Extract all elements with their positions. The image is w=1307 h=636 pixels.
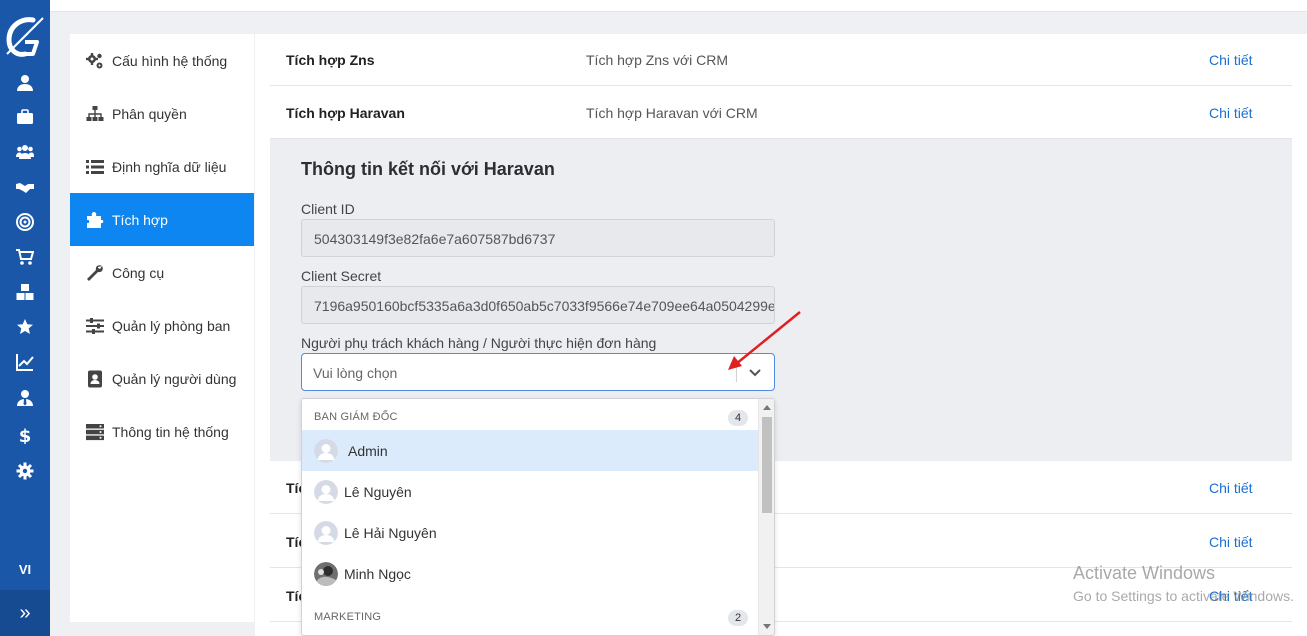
cogs-icon [86,52,103,68]
scrollbar-thumb[interactable] [762,417,772,513]
detail-link[interactable]: Chi tiết [1209,105,1253,121]
wrench-icon [87,264,103,281]
windows-watermark-title: Activate Windows [1073,563,1216,583]
option-group-header: BAN GIÁM ĐỐC 4 [302,399,760,429]
assignee-dropdown: BAN GIÁM ĐỐC 4 Admin Lê Nguyên Lê Hải Ng… [301,398,775,636]
integration-description: Tích hợp Zns với CRM [586,52,729,68]
handshake-icon[interactable] [0,174,50,200]
avatar [314,561,338,586]
boxes-icon[interactable] [0,279,50,305]
avatar [314,438,338,463]
sidebar-item-departments[interactable]: Quản lý phòng ban [70,299,254,352]
sliders-icon [86,317,104,334]
cart-icon[interactable] [0,244,50,270]
puzzle-icon [87,211,104,228]
windows-watermark-subtitle: Go to Settings to activate Windows. [1073,588,1294,604]
address-book-icon [88,370,102,387]
sidebar-item-label: Quản lý phòng ban [112,317,231,334]
collapse-sidebar-button[interactable]: » [0,590,50,636]
sidebar-item-system-info[interactable]: Thông tin hệ thống [70,405,254,458]
sidebar-item-system-config[interactable]: Cấu hình hệ thống [70,34,254,87]
client-id-label: Client ID [301,201,355,217]
connection-heading: Thông tin kết nối với Haravan [301,159,555,179]
option-admin[interactable]: Admin [302,430,760,471]
users-icon[interactable] [0,139,50,165]
select-placeholder: Vui lòng chọn [313,365,398,381]
gear-icon[interactable] [0,458,50,484]
star-icon[interactable] [0,314,50,340]
client-secret-label: Client Secret [301,268,382,284]
sidebar-item-label: Quản lý người dùng [112,370,237,387]
sidebar-item-label: Tích hợp [112,211,168,228]
option-label: Minh Ngọc [344,565,411,582]
sidebar-item-label: Cấu hình hệ thống [112,52,228,69]
sidebar-item-data-definitions[interactable]: Định nghĩa dữ liệu [70,140,254,193]
option-le-hai-nguyen[interactable]: Lê Hải Nguyên [302,512,760,553]
integration-name: Tích hợp Zns [286,52,375,68]
chart-line-icon[interactable] [0,349,50,375]
target-icon[interactable] [0,209,50,235]
server-icon [86,423,104,440]
sidebar-item-tools[interactable]: Công cụ [70,246,254,299]
option-le-nguyen[interactable]: Lê Nguyên [302,471,760,512]
group-count-badge: 4 [728,410,748,426]
avatar [314,520,338,545]
scroll-down-arrow-icon[interactable] [763,624,771,629]
user-tie-icon[interactable] [0,385,50,411]
integration-row-zns: Tích hợp Zns Tích hợp Zns với CRM Chi ti… [270,34,1292,86]
detail-link[interactable]: Chi tiết [1209,52,1253,68]
option-minh-ngoc[interactable]: Minh Ngọc [302,553,760,594]
option-group-header: MARKETING 2 [302,599,760,629]
assignee-select[interactable]: Vui lòng chọn [301,353,775,391]
sidebar-item-label: Định nghĩa dữ liệu [112,158,227,175]
app-logo-icon[interactable] [3,14,47,60]
list-icon [86,159,104,174]
settings-sidebar: Cấu hình hệ thống Phân quyền Định nghĩa … [70,34,254,622]
assignee-label: Người phụ trách khách hàng / Người thực … [301,335,657,351]
option-label: Lê Nguyên [344,483,412,500]
app-rail: $ VI » [0,0,50,636]
sidebar-item-label: Công cụ [112,264,165,281]
sidebar-item-users[interactable]: Quản lý người dùng [70,352,254,405]
option-label: Admin [348,442,388,459]
avatar [314,479,338,504]
briefcase-icon[interactable] [0,104,50,130]
dollar-icon[interactable]: $ [0,422,50,448]
option-label: Lê Hải Nguyên [344,524,437,541]
detail-link[interactable]: Chi tiết [1209,534,1253,550]
client-secret-field[interactable]: 7196a950160bcf5335a6a3d0f650ab5c7033f956… [301,286,775,324]
sitemap-icon [86,105,104,121]
svg-text:$: $ [19,426,32,444]
browser-bookmarks-strip [0,0,1307,12]
sidebar-item-integrations[interactable]: Tích hợp [70,193,254,246]
dropdown-scrollbar[interactable] [758,399,774,635]
client-id-field[interactable]: 504303149f3e82fa6e7a607587bd6737 [301,219,775,257]
language-switch[interactable]: VI [0,562,50,577]
scroll-up-arrow-icon[interactable] [763,405,771,410]
sidebar-item-label: Thông tin hệ thống [112,423,229,440]
sidebar-item-label: Phân quyền [112,105,187,122]
user-icon[interactable] [0,70,50,96]
group-name: BAN GIÁM ĐỐC [314,411,398,423]
group-name: MARKETING [314,611,382,623]
integration-description: Tích hợp Haravan với CRM [586,105,758,121]
sidebar-item-permissions[interactable]: Phân quyền [70,87,254,140]
integration-name: Tích hợp Haravan [286,105,405,121]
integration-row-haravan: Tích hợp Haravan Tích hợp Haravan với CR… [270,87,1292,139]
group-count-badge: 2 [728,610,748,626]
detail-link[interactable]: Chi tiết [1209,480,1253,496]
annotation-arrow-icon [728,311,801,370]
